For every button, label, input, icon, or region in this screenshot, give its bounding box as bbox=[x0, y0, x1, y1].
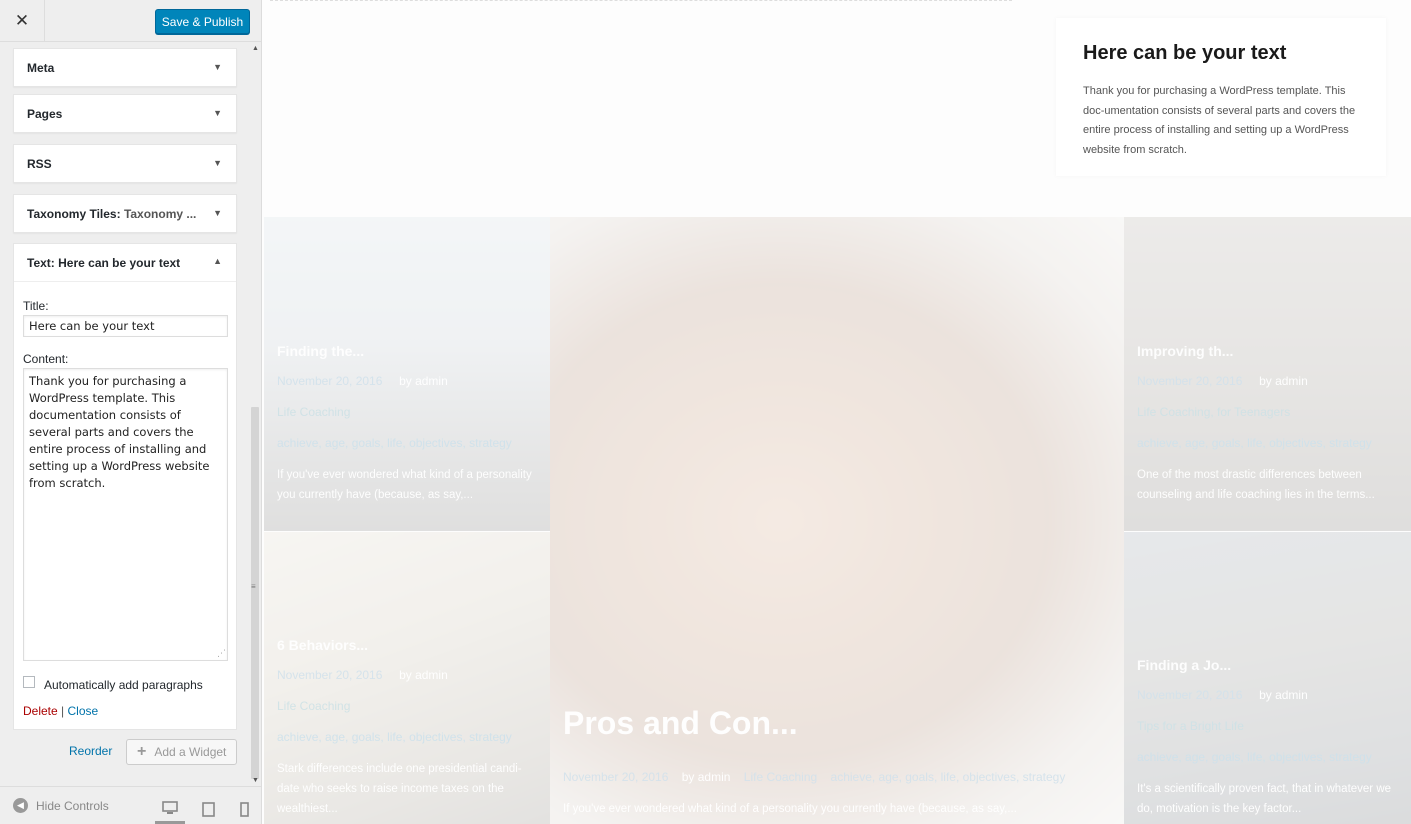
widget-rss[interactable]: RSS ▼ bbox=[13, 144, 237, 183]
post-tags[interactable]: achieve, age, goals, life, objectives, s… bbox=[1137, 750, 1372, 764]
post-categories[interactable]: Life Coaching bbox=[277, 405, 350, 419]
scroll-down-icon[interactable]: ▼ bbox=[252, 777, 259, 784]
customizer-sidebar: ✕ Save & Publish Meta ▼ Pages ▼ RSS ▼ Ta… bbox=[0, 0, 262, 824]
text-widget-preview: Here can be your text Thank you for purc… bbox=[1056, 18, 1386, 176]
post-meta: November 20, 2016 by admin Life Coaching… bbox=[563, 770, 1066, 784]
post-tile[interactable]: Finding the... November 20, 2016 by admi… bbox=[264, 217, 550, 531]
post-excerpt: Stark differences include one presidenti… bbox=[277, 763, 522, 815]
widget-title: Taxonomy Tiles: Taxonomy ... bbox=[27, 207, 197, 221]
add-widget-button[interactable]: + Add a Widget bbox=[126, 739, 237, 765]
post-title[interactable]: Finding a Jo... bbox=[1137, 657, 1231, 673]
widget-actions: Delete | Close bbox=[23, 704, 98, 718]
widget-list: Meta ▼ Pages ▼ RSS ▼ Taxonomy Tiles: Tax… bbox=[0, 42, 248, 786]
customizer-header: ✕ Save & Publish bbox=[0, 0, 261, 42]
widget-text-header[interactable]: Text: Here can be your text ▲ bbox=[14, 244, 236, 282]
widget-taxonomy-tiles[interactable]: Taxonomy Tiles: Taxonomy ... ▼ bbox=[13, 194, 237, 233]
widget-title: Meta bbox=[27, 61, 55, 75]
post-title[interactable]: Pros and Con... bbox=[563, 705, 798, 742]
add-widget-label: Add a Widget bbox=[154, 745, 227, 759]
sidebar-scrollbar[interactable]: ▲ ≡ ▼ bbox=[249, 42, 261, 786]
plus-icon: + bbox=[137, 743, 147, 760]
mobile-icon bbox=[239, 801, 249, 817]
post-categories[interactable]: Tips for a Bright Life bbox=[1137, 719, 1244, 733]
widget-pages[interactable]: Pages ▼ bbox=[13, 94, 237, 133]
scroll-up-icon[interactable]: ▲ bbox=[252, 45, 259, 52]
post-excerpt: If you've ever wondered what kind of a p… bbox=[563, 803, 1017, 815]
post-title[interactable]: 6 Behaviors... bbox=[277, 637, 368, 653]
post-title[interactable]: Finding the... bbox=[277, 343, 364, 359]
divider bbox=[270, 0, 1012, 1]
content-textarea[interactable]: Thank you for purchasing a WordPress tem… bbox=[23, 368, 228, 661]
expand-arrow-icon[interactable]: ▼ bbox=[213, 208, 222, 218]
collapse-icon: ◀ bbox=[13, 798, 28, 813]
desktop-preview-button[interactable] bbox=[155, 794, 185, 824]
featured-post-tile[interactable]: Pros and Con... November 20, 2016 by adm… bbox=[550, 217, 1124, 824]
tablet-preview-button[interactable] bbox=[193, 794, 223, 824]
customizer-footer: ◀ Hide Controls bbox=[0, 786, 261, 824]
widget-title: Text: Here can be your text bbox=[27, 256, 181, 270]
scrollbar-grip-icon: ≡ bbox=[251, 582, 256, 591]
mobile-preview-button[interactable] bbox=[229, 794, 259, 824]
autop-label: Automatically add paragraphs bbox=[44, 678, 203, 692]
post-tile[interactable]: 6 Behaviors... November 20, 2016 by admi… bbox=[264, 532, 550, 824]
widget-text: Text: Here can be your text ▲ Title: Her… bbox=[13, 243, 237, 730]
card-body: Thank you for purchasing a WordPress tem… bbox=[1083, 85, 1356, 156]
post-excerpt: It's a scientifically proven fact, that … bbox=[1137, 783, 1392, 815]
hide-controls-button[interactable]: ◀ Hide Controls bbox=[13, 798, 109, 813]
expand-arrow-icon[interactable]: ▼ bbox=[213, 62, 222, 72]
tablet-icon bbox=[201, 801, 215, 817]
post-meta: November 20, 2016 by admin bbox=[1137, 374, 1308, 388]
post-meta: November 20, 2016 by admin bbox=[1137, 688, 1308, 702]
site-preview: Here can be your text Thank you for purc… bbox=[262, 0, 1411, 824]
desktop-icon bbox=[162, 800, 178, 814]
close-customizer-button[interactable]: ✕ bbox=[0, 0, 45, 42]
save-publish-button[interactable]: Save & Publish bbox=[155, 9, 250, 34]
separator: | bbox=[61, 704, 65, 718]
scrollbar-thumb[interactable] bbox=[251, 407, 259, 779]
title-input[interactable]: Here can be your text bbox=[23, 315, 228, 337]
delete-link[interactable]: Delete bbox=[23, 704, 58, 718]
content-label: Content: bbox=[23, 352, 69, 366]
post-tile[interactable]: Improving th... November 20, 2016 by adm… bbox=[1124, 217, 1411, 531]
post-tile[interactable]: Finding a Jo... November 20, 2016 by adm… bbox=[1124, 532, 1411, 824]
post-title[interactable]: Improving th... bbox=[1137, 343, 1233, 359]
resize-grip-icon[interactable]: ⋰ bbox=[217, 650, 226, 659]
close-icon: ✕ bbox=[14, 11, 30, 30]
widget-meta[interactable]: Meta ▼ bbox=[13, 48, 237, 87]
post-categories[interactable]: Life Coaching, for Teenagers bbox=[1137, 405, 1290, 419]
widget-title: Pages bbox=[27, 107, 63, 121]
card-title: Here can be your text bbox=[1083, 42, 1287, 64]
post-meta: November 20, 2016 by admin bbox=[277, 374, 448, 388]
post-tags[interactable]: achieve, age, goals, life, objectives, s… bbox=[277, 436, 512, 450]
collapse-arrow-icon[interactable]: ▲ bbox=[213, 256, 222, 266]
post-tags[interactable]: achieve, age, goals, life, objectives, s… bbox=[1137, 436, 1372, 450]
expand-arrow-icon[interactable]: ▼ bbox=[213, 158, 222, 168]
post-categories[interactable]: Life Coaching bbox=[277, 699, 350, 713]
post-meta: November 20, 2016 by admin bbox=[277, 668, 448, 682]
reorder-link[interactable]: Reorder bbox=[69, 744, 112, 758]
autop-checkbox[interactable] bbox=[23, 676, 35, 688]
post-excerpt: If you've ever wondered what kind of a p… bbox=[277, 469, 532, 501]
widget-title: RSS bbox=[27, 157, 52, 171]
hide-controls-label: Hide Controls bbox=[36, 798, 109, 813]
title-label: Title: bbox=[23, 299, 49, 313]
close-link[interactable]: Close bbox=[68, 704, 99, 718]
post-tags[interactable]: achieve, age, goals, life, objectives, s… bbox=[277, 730, 512, 744]
expand-arrow-icon[interactable]: ▼ bbox=[213, 108, 222, 118]
post-excerpt: One of the most drastic differences betw… bbox=[1137, 469, 1375, 501]
